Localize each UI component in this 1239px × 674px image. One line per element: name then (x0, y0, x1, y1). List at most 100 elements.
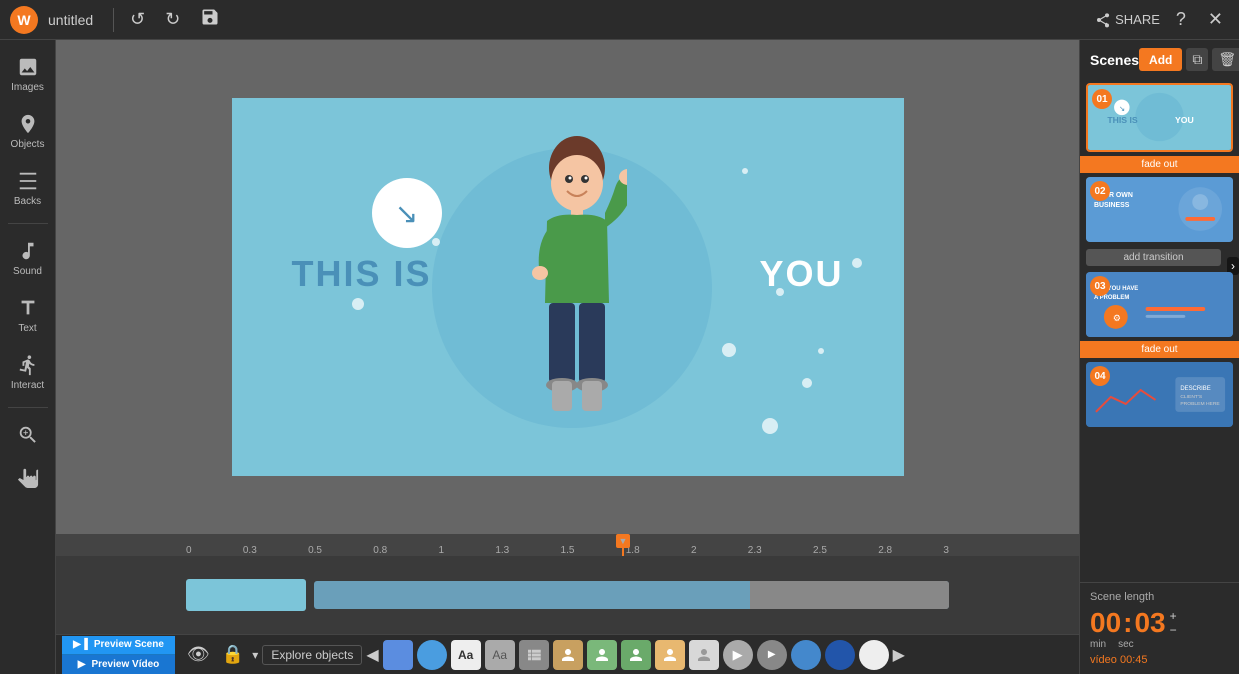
toolbar-shape-dark-circle[interactable] (825, 640, 855, 670)
playhead-handle[interactable]: ▼ (616, 534, 630, 548)
scene-number-2: 02 (1090, 181, 1110, 201)
sidebar-item-sound[interactable]: Sound (2, 232, 54, 285)
add-transition-button-2[interactable]: add transition (1086, 249, 1221, 266)
scene-card-3[interactable]: 03 BUT YOU HAVE A PROBLEM ⚙ (1086, 272, 1233, 337)
scene-length-unit: min sec (1090, 639, 1229, 650)
duplicate-scene-button[interactable]: ⧉ (1186, 48, 1208, 71)
toolbar-shape-circle[interactable] (417, 640, 447, 670)
canvas-scene: ↘ (232, 98, 904, 476)
ruler-marks: 0 0.3 0.5 0.8 1 1.3 1.5 1.8 2 2.3 2.5 2.… (186, 545, 949, 556)
toolbar-shape-arrow[interactable]: ▶ (723, 640, 753, 670)
toolbar-shape-arrow2[interactable]: ▶ (757, 640, 787, 670)
timeline-track (56, 556, 1079, 634)
scene-length-controls: + − (1170, 610, 1177, 636)
toolbar-shape-person3[interactable] (621, 640, 651, 670)
dot (818, 348, 824, 354)
scene-card-2[interactable]: 02 YOUR OWN BUSINESS (1086, 177, 1233, 242)
scene-transition-1[interactable]: fade out (1080, 156, 1239, 173)
scene-length-increase[interactable]: + (1170, 610, 1177, 622)
right-panel: Scenes Add ⧉ 🗑 01 THIS IS YOU ↘ (1079, 40, 1239, 674)
scene-length-display: 00:03 + − (1090, 607, 1229, 639)
sidebar-item-interact[interactable]: Interact (2, 346, 54, 399)
ruler-mark: 1.3 (495, 545, 509, 556)
save-button[interactable] (194, 5, 226, 34)
lock-button[interactable]: 🔒 (218, 642, 248, 667)
toolbar-right-nav[interactable]: ▶ (893, 645, 905, 665)
toolbar-text-aa1[interactable]: Aa (451, 640, 481, 670)
scenes-label: Scenes (1090, 52, 1139, 68)
svg-text:BUSINESS: BUSINESS (1094, 202, 1130, 209)
ruler-mark: 1 (438, 545, 444, 556)
dot (852, 258, 862, 268)
toolbar-shape-light[interactable] (689, 640, 719, 670)
sidebar-item-text[interactable]: Text (2, 289, 54, 342)
toolbar-shape-person4[interactable] (655, 640, 685, 670)
dot (742, 168, 748, 174)
scene-card-4[interactable]: 04 DESCRIBE CLIENT'S PROBLEM HERE (1086, 362, 1233, 427)
preview-scene-button[interactable]: ▶▐ Preview Scene (62, 636, 175, 655)
canvas-wrapper[interactable]: ↘ (56, 40, 1079, 534)
close-button[interactable]: ✕ (1202, 7, 1229, 32)
redo-button[interactable]: ↻ (159, 7, 186, 32)
delete-scene-button[interactable]: 🗑 (1212, 48, 1239, 71)
ruler-mark: 2 (691, 545, 697, 556)
track-inactive (750, 581, 949, 609)
svg-text:THIS IS: THIS IS (1107, 115, 1138, 125)
app-logo: W (10, 6, 38, 34)
video-length: vídeo 00:45 (1090, 654, 1229, 666)
left-sidebar: Images Objects Backs Sound Text Interact (0, 40, 56, 674)
svg-text:⚙: ⚙ (1113, 313, 1121, 323)
toolbar-shape-person1[interactable] (553, 640, 583, 670)
timeline-ruler: 0 0.3 0.5 0.8 1 1.3 1.5 1.8 2 2.3 2.5 2.… (56, 534, 1079, 556)
bottom-toolbar: ▶▐ Preview Scene ▶ Preview Vídeo 👁 🔒 ▾ E… (56, 634, 1079, 674)
add-transition-container: add transition › (1080, 248, 1239, 266)
toolbar-shape-gray[interactable] (519, 640, 549, 670)
sidebar-divider (8, 223, 48, 224)
lock-dropdown[interactable]: ▾ (252, 648, 258, 662)
ruler-mark: 2.5 (813, 545, 827, 556)
sidebar-item-images[interactable]: Images (2, 48, 54, 101)
svg-text:YOU: YOU (1175, 115, 1194, 125)
ruler-mark: 0.8 (373, 545, 387, 556)
topbar-right: SHARE ? ✕ (1095, 7, 1229, 32)
sidebar-item-backs[interactable]: Backs (2, 162, 54, 215)
dot (722, 343, 736, 357)
topbar-actions: ↺ ↻ (124, 5, 226, 34)
toolbar-text-aa2[interactable]: Aa (485, 640, 515, 670)
sidebar-item-objects[interactable]: Objects (2, 105, 54, 158)
toolbar-shape-blue-rect[interactable] (383, 640, 413, 670)
preview-video-button[interactable]: ▶ Preview Vídeo (62, 655, 175, 674)
sidebar-divider2 (8, 407, 48, 408)
svg-text:PROBLEM HERE: PROBLEM HERE (1180, 401, 1220, 407)
add-scene-button[interactable]: Add (1139, 48, 1182, 71)
scene-transition-3[interactable]: fade out (1080, 341, 1239, 358)
main-area: Images Objects Backs Sound Text Interact (0, 40, 1239, 674)
scene-length-decrease[interactable]: − (1170, 624, 1177, 636)
dot (802, 378, 812, 388)
explore-objects-button[interactable]: Explore objects (262, 645, 362, 665)
svg-text:DESCRIBE: DESCRIBE (1180, 386, 1210, 392)
undo-button[interactable]: ↺ (124, 7, 151, 32)
scene-length-label: Scene length (1090, 591, 1229, 603)
scene-length-section: Scene length 00:03 + − min sec vídeo 00:… (1080, 582, 1239, 674)
scene-card-1[interactable]: 01 THIS IS YOU ↘ (1086, 83, 1233, 152)
toolbar-shape-person2[interactable] (587, 640, 617, 670)
scenes-actions: Add ⧉ 🗑 (1139, 48, 1239, 71)
ruler-mark: 0.5 (308, 545, 322, 556)
hand-tool-button[interactable] (2, 458, 54, 496)
svg-text:↘: ↘ (1119, 104, 1125, 113)
zoom-button[interactable] (2, 416, 54, 454)
dot (432, 238, 440, 246)
app-title: untitled (48, 12, 93, 28)
eye-button[interactable]: 👁 (183, 642, 214, 667)
preview-buttons: ▶▐ Preview Scene ▶ Preview Vídeo (62, 636, 175, 674)
toolbar-left-nav[interactable]: ◀ (366, 645, 378, 665)
dot (762, 418, 778, 434)
topbar-divider (113, 8, 114, 32)
track-bar[interactable] (314, 581, 949, 609)
share-button[interactable]: SHARE (1095, 12, 1160, 28)
help-button[interactable]: ? (1170, 7, 1192, 32)
track-thumbnail (186, 579, 306, 611)
toolbar-shape-blue-circle[interactable] (791, 640, 821, 670)
toolbar-shape-white-circle[interactable] (859, 640, 889, 670)
